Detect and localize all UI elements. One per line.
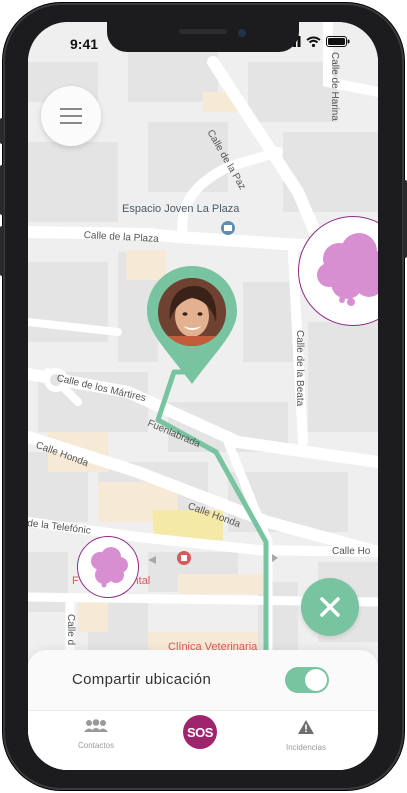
- camera: [238, 29, 246, 37]
- street-calle-honda-3: Calle Ho: [332, 546, 371, 557]
- blob-icon: [91, 547, 128, 588]
- street-calle-vertical: Calle d: [65, 614, 76, 646]
- avatar-photo-icon: [158, 278, 226, 346]
- sos-button[interactable]: SOS: [183, 715, 217, 749]
- blob-icon: [317, 233, 378, 306]
- menu-button[interactable]: [41, 86, 101, 146]
- volume-down-button: [0, 226, 4, 276]
- speaker: [179, 29, 227, 34]
- status-time: 9:41: [70, 36, 99, 52]
- street-calle-de-harina: Calle de Harina: [329, 52, 340, 121]
- avatar: [158, 278, 226, 346]
- volume-up-button: [0, 165, 4, 215]
- tab-contactos[interactable]: Contactos: [56, 719, 136, 750]
- toggle-knob: [305, 669, 327, 691]
- street-calle-de-la-beata: Calle de la Beata: [294, 330, 305, 407]
- warning-icon: [298, 720, 314, 734]
- sos-label: SOS: [187, 724, 213, 740]
- share-location-label: Compartir ubicación: [72, 671, 212, 688]
- mute-switch: [0, 118, 4, 144]
- power-button: [403, 180, 407, 258]
- incident-blob-small[interactable]: [77, 536, 139, 598]
- tab-incidencias[interactable]: Incidencias: [266, 719, 346, 752]
- share-location-panel: Compartir ubicación: [28, 650, 378, 710]
- tab-incidencias-label: Incidencias: [285, 743, 327, 752]
- share-location-toggle[interactable]: [285, 667, 329, 693]
- poi-espacio-joven[interactable]: Espacio Joven La Plaza: [122, 203, 239, 215]
- contacts-icon: [84, 719, 108, 732]
- screen: Calle de Harina Calle de la Paz Espacio …: [28, 22, 378, 770]
- tab-bar: Contactos SOS Incidencias: [28, 710, 378, 770]
- menu-icon: [60, 108, 82, 124]
- close-icon: [320, 597, 340, 617]
- user-location-pin[interactable]: [144, 264, 240, 388]
- tab-contactos-label: Contactos: [77, 741, 115, 750]
- incident-blob-large[interactable]: [298, 216, 378, 326]
- battery-icon: [326, 36, 350, 47]
- close-button[interactable]: [301, 578, 359, 636]
- notch: [107, 22, 299, 52]
- wifi-icon: [306, 36, 321, 47]
